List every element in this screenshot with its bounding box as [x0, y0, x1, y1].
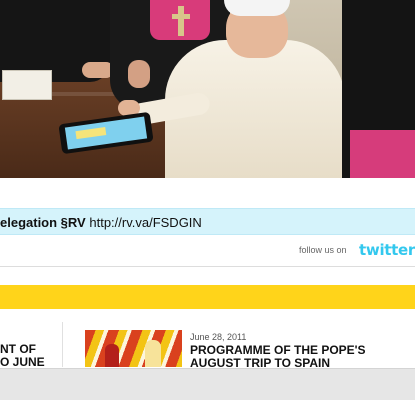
news-divider [62, 322, 63, 367]
thumbnail-flags [85, 330, 182, 367]
follow-label: follow us on [299, 245, 347, 255]
tweet-text: elegation §RV http://rv.va/FSDGIN [0, 215, 202, 230]
photo-hand-center [128, 60, 150, 88]
follow-us[interactable]: follow us on twitter [299, 241, 415, 259]
yellow-banner [0, 285, 415, 309]
photo-sash-right [350, 130, 415, 178]
thumbnail-figure-1 [105, 344, 119, 367]
tweet-link[interactable]: http://rv.va/FSDGIN [89, 215, 201, 230]
tweet-text-bold: elegation §RV [0, 215, 86, 230]
twitter-logo-icon[interactable]: twitter [359, 241, 415, 259]
news-title-link[interactable]: PROGRAMME OF THE POPE'S AUGUST TRIP TO S… [190, 344, 366, 370]
news-thumbnail[interactable] [85, 330, 182, 367]
news-date: June 28, 2011 [190, 332, 247, 342]
photo-cross [178, 6, 184, 36]
thumbnail-figure-2 [145, 340, 161, 367]
bottom-bar [0, 368, 415, 400]
tweet-bar: elegation §RV http://rv.va/FSDGIN [0, 208, 415, 235]
photo-cross-bar [172, 14, 190, 19]
separator-line [0, 266, 415, 267]
photo-pope-hair [224, 0, 290, 16]
news-item-left-title[interactable]: NT OF O JUNE [0, 343, 45, 369]
hero-photo [0, 0, 415, 178]
photo-paper [2, 70, 52, 100]
